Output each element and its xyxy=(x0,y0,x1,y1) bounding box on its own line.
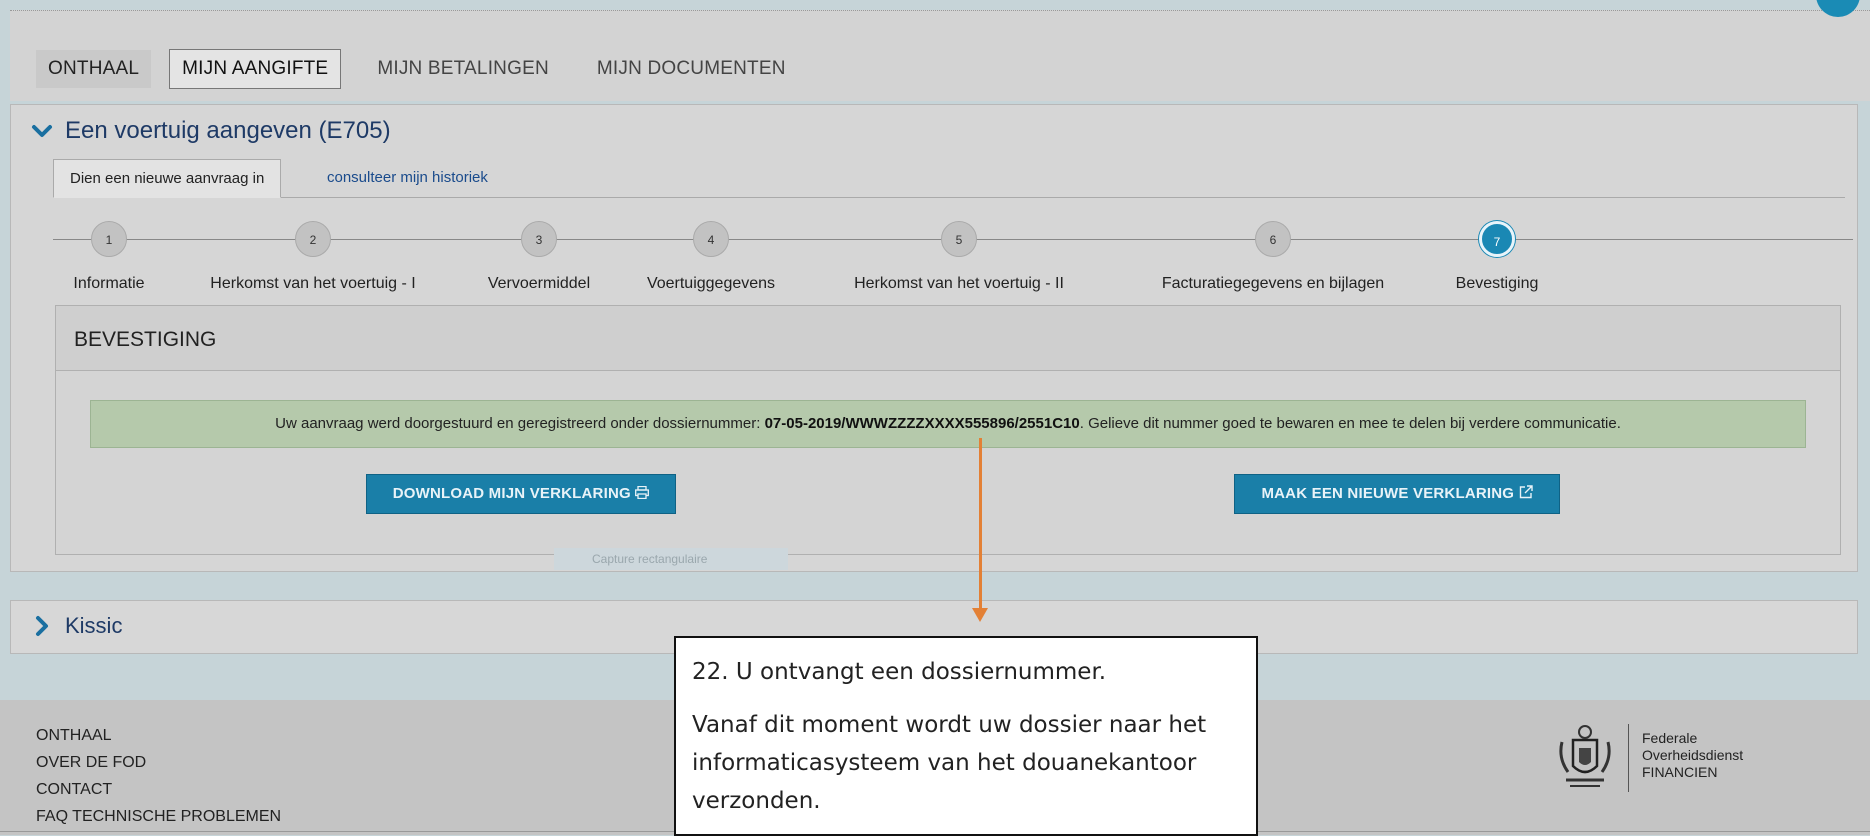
capture-label-text: Capture rectangulaire xyxy=(592,552,708,566)
logo-line-3: FINANCIEN xyxy=(1642,764,1718,780)
dossier-number: 07-05-2019/WWWZZZZXXXX555896/2551C10 xyxy=(764,415,1080,432)
step-number: 4 xyxy=(693,221,729,257)
new-button-label: MAAK EEN NIEUWE VERKLARING xyxy=(1261,485,1515,502)
tab-history[interactable]: consulteer mijn historiek xyxy=(311,159,504,196)
kissic-title: Kissic xyxy=(65,613,123,638)
message-text-before: Uw aanvraag werd doorgestuurd en geregis… xyxy=(275,415,765,432)
chevron-down-icon xyxy=(32,125,52,137)
new-declaration-button[interactable]: MAAK EEN NIEUWE VERKLARING xyxy=(1234,474,1560,514)
kissic-header[interactable]: Kissic xyxy=(31,613,122,639)
footer-link-over-de-fod[interactable]: OVER DE FOD xyxy=(36,749,281,776)
progress-stepper: 1 Informatie 2 Herkomst van het voertuig… xyxy=(53,217,1853,292)
fod-financien-logo: Federale Overheidsdienst FINANCIEN xyxy=(1556,722,1786,792)
footer-links: ONTHAAL OVER DE FOD CONTACT FAQ TECHNISC… xyxy=(36,722,281,830)
belgian-coat-of-arms-icon xyxy=(1559,725,1611,787)
step-label: Herkomst van het voertuig - I xyxy=(210,275,416,292)
footer-link-contact[interactable]: CONTACT xyxy=(36,776,281,803)
step-label: Bevestiging xyxy=(1455,275,1539,292)
annotation-arrow-line xyxy=(979,438,982,610)
confirmation-title: BEVESTIGING xyxy=(74,328,217,351)
top-navigation-bar: ONTHAAL MIJN AANGIFTE MIJN BETALINGEN MI… xyxy=(10,0,1870,101)
confirmation-header: BEVESTIGING xyxy=(56,306,1840,371)
chevron-right-icon xyxy=(36,616,48,636)
logo-text: Federale Overheidsdienst FINANCIEN xyxy=(1642,730,1743,781)
confirmation-box: BEVESTIGING Uw aanvraag werd doorgestuur… xyxy=(55,305,1841,555)
step-number: 3 xyxy=(521,221,557,257)
step-label: Herkomst van het voertuig - II xyxy=(854,275,1064,292)
external-link-icon xyxy=(1519,485,1533,499)
print-icon xyxy=(635,485,650,500)
step-label: Facturatiegegevens en bijlagen xyxy=(1161,275,1385,292)
step-label: Vervoermiddel xyxy=(487,275,591,292)
user-avatar[interactable] xyxy=(1816,0,1860,17)
logo-line-2: Overheidsdienst xyxy=(1642,747,1744,763)
panel-header[interactable]: Een voertuig aangeven (E705) xyxy=(31,117,391,145)
download-declaration-button[interactable]: DOWNLOAD MIJN VERKLARING xyxy=(366,474,676,514)
annotation-arrow-head xyxy=(972,608,988,622)
step-label: Voertuiggegevens xyxy=(646,275,776,292)
step-number: 2 xyxy=(295,221,331,257)
step-number: 5 xyxy=(941,221,977,257)
download-button-label: DOWNLOAD MIJN VERKLARING xyxy=(392,485,631,502)
nav-mijn-documenten[interactable]: MIJN DOCUMENTEN xyxy=(585,50,798,88)
message-text-after: . Gelieve dit nummer goed te bewaren en … xyxy=(1079,415,1621,432)
step-number: 6 xyxy=(1255,221,1291,257)
main-nav: ONTHAAL MIJN AANGIFTE MIJN BETALINGEN MI… xyxy=(36,49,822,89)
request-tabs: Dien een nieuwe aanvraag in consulteer m… xyxy=(53,159,1845,198)
footer-link-onthaal[interactable]: ONTHAAL xyxy=(36,722,281,749)
callout-step-text: 22. U ontvangt een dossiernummer. xyxy=(692,659,1107,685)
capture-overlay-label: Capture rectangulaire xyxy=(554,548,788,570)
nav-onthaal[interactable]: ONTHAAL xyxy=(36,50,152,88)
nav-mijn-betalingen[interactable]: MIJN BETALINGEN xyxy=(365,50,561,88)
step-number: 1 xyxy=(91,221,127,257)
step-label: Informatie xyxy=(73,275,145,292)
logo-separator xyxy=(1628,724,1629,792)
nav-mijn-aangifte[interactable]: MIJN AANGIFTE xyxy=(169,49,342,89)
success-message: Uw aanvraag werd doorgestuurd en geregis… xyxy=(90,400,1806,448)
footer-link-faq[interactable]: FAQ TECHNISCHE PROBLEMEN xyxy=(36,803,281,830)
panel-title: Een voertuig aangeven (E705) xyxy=(65,117,391,144)
annotation-callout: 22. U ontvangt een dossiernummer. Vanaf … xyxy=(674,636,1258,836)
step-number-active: 7 xyxy=(1479,221,1515,257)
declaration-panel: Een voertuig aangeven (E705) Dien een ni… xyxy=(10,104,1858,572)
tab-new-request[interactable]: Dien een nieuwe aanvraag in xyxy=(53,159,282,198)
logo-line-1: Federale xyxy=(1642,730,1698,746)
callout-description: Vanaf dit moment wordt uw dossier naar h… xyxy=(692,712,1207,814)
